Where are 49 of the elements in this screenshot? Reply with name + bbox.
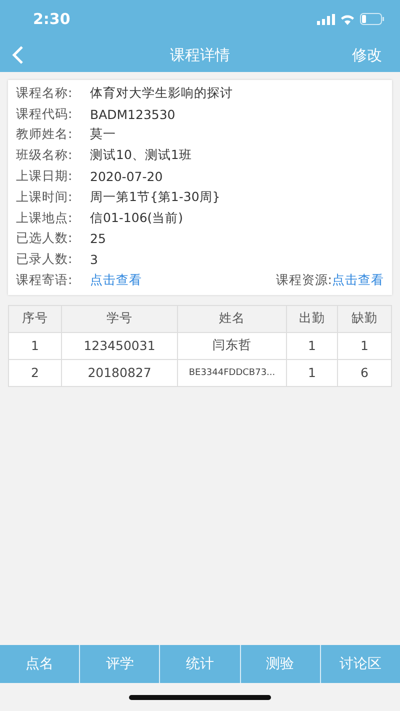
field-value: 信01-106(当前)	[90, 210, 184, 227]
field-value: 周一第1节{第1-30周}	[90, 188, 220, 206]
bottom-tab[interactable]: 统计	[159, 645, 240, 683]
table-cell: BE3344FDDCB73...	[178, 359, 286, 386]
table-cell: 20180827	[62, 359, 178, 386]
field-label: 已选人数:	[16, 230, 74, 248]
signal-icon	[317, 14, 335, 24]
field-value: 莫一	[90, 126, 116, 144]
field-value: 3	[90, 252, 98, 268]
battery-icon	[360, 13, 384, 25]
field-label: 已录人数:	[16, 251, 74, 268]
status-time: 2:30	[33, 10, 70, 28]
field-label: 教师姓名:	[16, 126, 74, 144]
field-label: 课程代码:	[16, 106, 74, 123]
field-label: 上课日期:	[16, 168, 74, 186]
field-label: 上课时间:	[16, 188, 74, 206]
back-icon[interactable]	[12, 46, 24, 64]
field-value: 25	[90, 231, 106, 246]
table-cell: 1	[338, 332, 392, 360]
bottom-tab[interactable]: 测验	[240, 645, 320, 683]
column-header: 姓名	[178, 305, 286, 332]
table-cell: 123450031	[62, 332, 178, 360]
bottom-tab[interactable]: 讨论区	[320, 645, 400, 683]
field-label: 课程名称:	[16, 84, 74, 102]
column-header: 缺勤	[338, 305, 392, 332]
table-cell: 闫东哲	[178, 332, 286, 360]
edit-button[interactable]: 修改	[352, 46, 382, 64]
view-link[interactable]: 点击查看	[90, 272, 142, 290]
bottom-tab[interactable]: 点名	[0, 645, 80, 683]
column-header: 出勤	[286, 305, 338, 332]
table-cell: 2	[8, 359, 62, 386]
field-label: 班级名称:	[16, 147, 74, 164]
field-value: 体育对大学生影响的探讨	[90, 84, 233, 102]
field-value: 测试10、测试1班	[90, 147, 192, 164]
wifi-icon	[340, 14, 355, 24]
field-label: 上课地点:	[16, 210, 74, 227]
column-header: 学号	[62, 305, 178, 332]
field-value: BADM123530	[90, 106, 176, 122]
table-cell: 1	[286, 332, 338, 360]
page-title: 课程详情	[170, 46, 230, 64]
field-label: 课程资源:	[276, 272, 332, 290]
table-cell: 6	[338, 359, 392, 386]
field-label: 课程寄语:	[16, 272, 74, 290]
table-cell: 1	[8, 332, 62, 360]
field-value: 2020-07-20	[90, 169, 163, 184]
column-header: 序号	[8, 305, 62, 332]
view-link[interactable]: 点击查看	[332, 272, 384, 290]
bottom-tab[interactable]: 评学	[79, 645, 160, 683]
table-cell: 1	[286, 359, 338, 386]
